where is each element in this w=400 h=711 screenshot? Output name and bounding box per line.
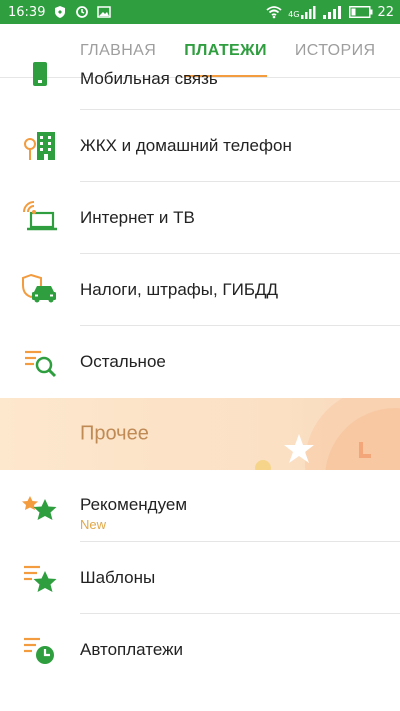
list-item-autopay[interactable]: Автоплатежи — [24, 614, 400, 686]
tab-partial[interactable]: КУ — [389, 24, 400, 77]
list-item-label: Остальное — [80, 352, 166, 371]
status-bar: 16:39 4G 22 — [0, 0, 400, 24]
section-header-other: Прочее — [0, 398, 400, 470]
image-icon — [97, 6, 112, 18]
list-item-other[interactable]: Остальное — [25, 326, 400, 398]
battery-icon — [349, 6, 373, 18]
new-badge: New — [80, 517, 107, 532]
list-item-label: Налоги, штрафы, ГИБДД — [80, 279, 279, 299]
status-time: 16:39 — [8, 4, 46, 20]
list-item-utilities[interactable]: ЖКХ и домашний телефон — [24, 110, 400, 182]
list-item-taxes[interactable]: Налоги, штрафы, ГИБДД — [22, 254, 400, 326]
star-decor-icon — [284, 434, 314, 463]
list-item-internet[interactable]: Интернет и ТВ — [23, 182, 400, 254]
clock-decor-icon — [359, 442, 371, 458]
decor-dot — [255, 460, 271, 470]
mobile-icon — [33, 62, 47, 86]
signal-icon-1 — [301, 5, 316, 19]
building-icon — [24, 131, 55, 160]
payments-list: Мобильная связь ЖКХ и домашний телефон И… — [0, 62, 400, 686]
list-item-label: Интернет и ТВ — [80, 207, 195, 227]
sync-icon — [76, 6, 89, 18]
laptop-wifi-icon — [23, 200, 57, 230]
list-item-label: ЖКХ и домашний телефон — [80, 135, 292, 155]
list-item-templates[interactable]: Шаблоны — [24, 542, 400, 614]
signal-icon-2 — [323, 5, 342, 19]
tab-history[interactable]: ИСТОРИЯ — [281, 24, 390, 77]
list-item-label: Мобильная связь — [80, 69, 218, 88]
section-title: Прочее — [80, 422, 149, 445]
list-item-mobile[interactable]: Мобильная связь — [33, 62, 400, 110]
list-star-icon — [24, 565, 57, 592]
list-item-label: Автоплатежи — [80, 640, 183, 659]
network-type: 4G — [288, 9, 300, 19]
shield-icon — [55, 6, 66, 18]
wifi-icon — [266, 6, 282, 19]
stars-icon — [22, 495, 57, 520]
list-item-recommended[interactable]: Рекомендуем New — [22, 470, 400, 542]
list-item-label: Рекомендуем — [80, 495, 188, 514]
list-item-label: Шаблоны — [80, 567, 156, 587]
search-list-icon — [25, 350, 57, 378]
battery-level: 22 — [377, 4, 394, 20]
list-clock-icon — [24, 637, 54, 664]
car-shield-icon — [22, 273, 56, 302]
